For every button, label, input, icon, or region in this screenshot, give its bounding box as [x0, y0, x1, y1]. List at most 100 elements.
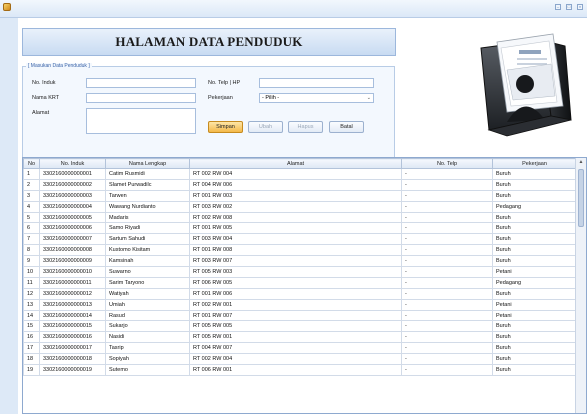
table-cell: Buruh — [492, 287, 577, 300]
table-row[interactable]: 1 3302160000000001 Catim Rusmidi RT 002 RW … — [23, 168, 577, 180]
table-cell: 18 — [23, 353, 40, 366]
table-cell: 17 — [23, 342, 40, 355]
table-cell: 3302160000000014 — [39, 309, 106, 322]
table-cell: - — [401, 178, 493, 191]
table-cell: Nasidi — [105, 331, 190, 344]
table-row[interactable]: 10 3302160000000010 Suwarno RT 005 RW 003- P… — [23, 266, 577, 278]
column-header-alamat[interactable]: Alamat — [189, 158, 402, 169]
table-row[interactable]: 9 3302160000000009 Kamsinah RT 003 RW 007- B… — [23, 255, 577, 268]
table-cell: Madaris — [105, 211, 190, 224]
table-cell: RT 002 RW 004 — [189, 168, 402, 180]
table-row[interactable]: 17 3302160000000017 Tasrip RT 004 RW 007- Bu… — [23, 342, 577, 355]
table-row[interactable]: 14 3302160000000014 Rasud RT 001 RW 007- Pet… — [23, 309, 577, 322]
column-header-no-telp[interactable]: No. Telp — [401, 158, 493, 169]
column-header-no[interactable]: No — [23, 158, 40, 169]
table-cell: RT 005 RW 005 — [189, 320, 402, 333]
table-cell: Buruh — [492, 244, 577, 257]
table-cell: 11 — [23, 276, 40, 289]
table-cell: - — [401, 266, 493, 278]
table-cell: 3302160000000019 — [39, 364, 106, 376]
table-cell: RT 004 RW 006 — [189, 178, 402, 191]
alamat-textarea[interactable] — [86, 108, 196, 134]
table-row[interactable]: 7 3302160000000007 Sartum Sahudi RT 003 RW … — [23, 233, 577, 246]
table-row[interactable]: 4 3302160000000004 Wawang Nurdianto RT 003 … — [23, 200, 577, 213]
table-row[interactable]: 15 3302160000000015 Sukarjo RT 005 RW 005- B… — [23, 320, 577, 333]
table-cell: Catim Rusmidi — [105, 168, 190, 180]
table-cell: Buruh — [492, 189, 577, 202]
simpan-button[interactable]: Simpan — [208, 121, 243, 133]
maximize-icon[interactable]: □ — [566, 4, 572, 10]
table-cell: - — [401, 353, 493, 366]
table-cell: 3302160000000010 — [39, 266, 106, 278]
table-cell: 3302160000000013 — [39, 298, 106, 311]
table-cell: - — [401, 298, 493, 311]
pekerjaan-select[interactable]: - Pilih - ⌄ — [259, 93, 374, 103]
table-cell: Sarim Taryono — [105, 276, 190, 289]
table-cell: 3302160000000018 — [39, 353, 106, 366]
table-cell: - — [401, 309, 493, 322]
table-cell: 3302160000000016 — [39, 331, 106, 344]
penduduk-table[interactable]: No No. Induk Nama Lengkap Alamat No. Tel… — [22, 157, 587, 414]
ubah-button[interactable]: Ubah — [248, 121, 283, 133]
no-induk-input[interactable] — [86, 78, 196, 88]
scroll-thumb[interactable] — [578, 169, 584, 227]
table-cell: Buruh — [492, 222, 577, 235]
table-cell: Sartum Sahudi — [105, 233, 190, 246]
table-cell: Rasud — [105, 309, 190, 322]
table-cell: RT 005 RW 003 — [189, 266, 402, 278]
no-telp-input[interactable] — [259, 78, 374, 88]
table-row[interactable]: 16 3302160000000016 Nasidi RT 005 RW 001- Bu… — [23, 331, 577, 344]
table-row[interactable]: 11 3302160000000011 Sarim Taryono RT 006 RW… — [23, 276, 577, 289]
table-cell: - — [401, 342, 493, 355]
table-cell: Pedagang — [492, 200, 577, 213]
table-cell: Slamet Purwadilc — [105, 178, 190, 191]
batal-button[interactable]: Batal — [329, 121, 364, 133]
table-cell: Wawang Nurdianto — [105, 200, 190, 213]
alamat-label: Alamat — [32, 110, 50, 116]
nama-krt-input[interactable] — [86, 93, 196, 103]
table-cell: - — [401, 200, 493, 213]
table-cell: RT 001 RW 007 — [189, 309, 402, 322]
table-cell: - — [401, 168, 493, 180]
table-row[interactable]: 3 3302160000000003 Tarwen RT 001 RW 003- Bur… — [23, 189, 577, 202]
table-cell: RT 001 RW 003 — [189, 189, 402, 202]
table-cell: 3302160000000004 — [39, 200, 106, 213]
table-row[interactable]: 2 3302160000000002 Slamet Purwadilc RT 004 … — [23, 178, 577, 191]
column-header-pekerjaan[interactable]: Pekerjaan — [492, 158, 577, 169]
table-cell: - — [401, 287, 493, 300]
table-row[interactable]: 6 3302160000000006 Samo Riyadi RT 001 RW 00… — [23, 222, 577, 235]
pekerjaan-label: Pekerjaan — [208, 95, 233, 101]
table-cell: - — [401, 222, 493, 235]
table-body: 1 3302160000000001 Catim Rusmidi RT 002 RW … — [23, 168, 577, 376]
chevron-down-icon: ⌄ — [366, 95, 371, 101]
close-icon[interactable]: × — [577, 4, 583, 10]
table-cell: Sutemo — [105, 364, 190, 376]
page-header: HALAMAN DATA PENDUDUK — [22, 28, 396, 56]
table-cell: - — [401, 211, 493, 224]
table-row[interactable]: 12 3302160000000012 Watiyah RT 001 RW 006- B… — [23, 287, 577, 300]
column-header-nama[interactable]: Nama Lengkap — [105, 158, 190, 169]
table-row[interactable]: 18 3302160000000018 Sopiyah RT 002 RW 004- B… — [23, 353, 577, 366]
table-cell: Umiah — [105, 298, 190, 311]
no-induk-label: No. Induk — [32, 80, 56, 86]
table-cell: Samo Riyadi — [105, 222, 190, 235]
table-row[interactable]: 19 3302160000000019 Sutemo RT 006 RW 001- Bu… — [23, 364, 577, 376]
table-cell: Buruh — [492, 331, 577, 344]
table-cell: 3302160000000009 — [39, 255, 106, 268]
table-cell: Petani — [492, 266, 577, 278]
scroll-up-icon[interactable]: ▲ — [577, 159, 585, 167]
table-cell: 3302160000000002 — [39, 178, 106, 191]
table-cell: 6 — [23, 222, 40, 235]
table-row[interactable]: 8 3302160000000008 Kustomo Kisitam RT 001 R… — [23, 244, 577, 257]
table-cell: Buruh — [492, 320, 577, 333]
page-title: HALAMAN DATA PENDUDUK — [115, 34, 303, 49]
table-cell: 3302160000000005 — [39, 211, 106, 224]
vertical-scrollbar[interactable]: ▲ — [575, 158, 586, 413]
table-row[interactable]: 5 3302160000000005 Madaris RT 002 RW 008- Bu… — [23, 211, 577, 224]
table-cell: Kamsinah — [105, 255, 190, 268]
column-header-no-induk[interactable]: No. Induk — [39, 158, 106, 169]
table-row[interactable]: 13 3302160000000013 Umiah RT 002 RW 001- Pet… — [23, 298, 577, 311]
minimize-icon[interactable]: – — [555, 4, 561, 10]
table-cell: 3302160000000001 — [39, 168, 106, 180]
hapus-button[interactable]: Hapus — [288, 121, 323, 133]
